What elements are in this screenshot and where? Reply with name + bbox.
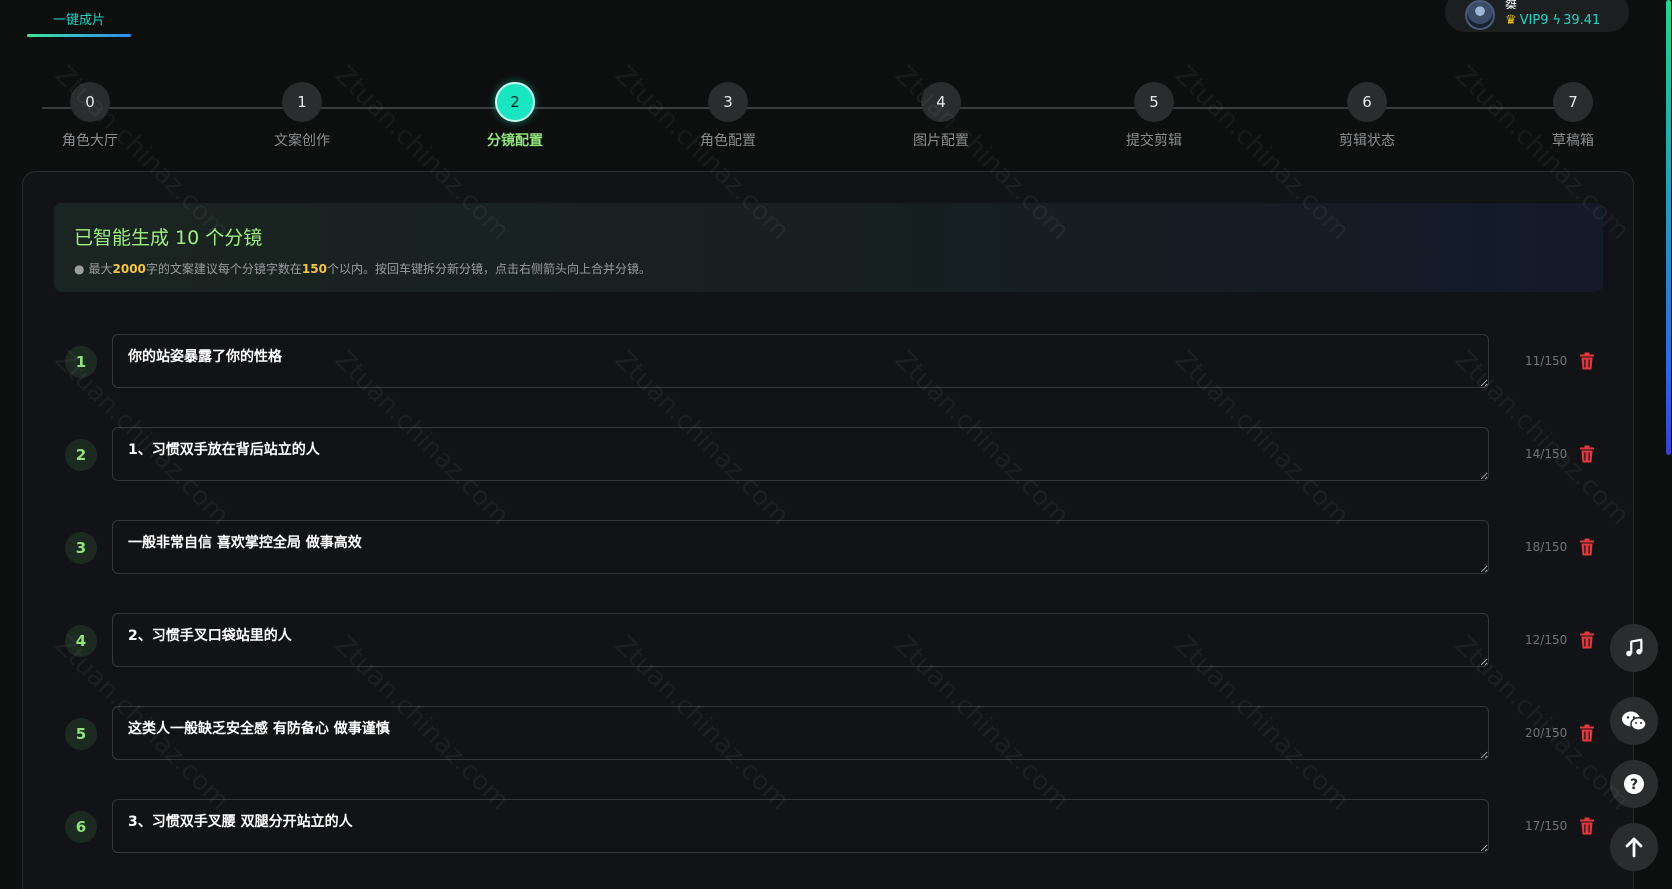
step-number: 7 [1553,82,1593,122]
segment-textarea[interactable]: 2、习惯手叉口袋站里的人 [112,613,1489,667]
main-card: 已智能生成 10 个分镜 ● 最大 2000 字的文案建议每个分镜字数在 150… [22,171,1634,889]
segment-row: 2 1、习惯双手放在背后站立的人 14/150 [23,427,1633,481]
crown-icon: ♛ [1505,12,1517,28]
step-label: 角色大厅 [62,133,118,149]
info-title: 已智能生成 10 个分镜 [74,227,263,249]
step-0[interactable]: 0 角色大厅 [40,82,140,150]
segment-index: 4 [65,625,97,657]
lightbulb-icon: ● [74,261,85,276]
info-box: 已智能生成 10 个分镜 ● 最大 2000 字的文案建议每个分镜字数在 150… [54,203,1603,292]
tip-per-segment: 150 [301,261,327,276]
segment-char-count: 18/150 [1525,540,1568,554]
tab-underline [27,34,131,37]
segment-char-count: 14/150 [1525,447,1568,461]
segment-char-count: 20/150 [1525,726,1568,740]
step-label: 文案创作 [274,133,330,149]
user-name: 桀 [1505,0,1518,9]
segment-index: 2 [65,439,97,471]
step-label: 图片配置 [913,133,969,149]
step-number: 4 [921,82,961,122]
step-number: 0 [70,82,110,122]
svg-text:?: ? [1630,777,1638,793]
wechat-button[interactable] [1610,697,1658,745]
delete-trash-icon[interactable] [1579,445,1595,463]
step-number: 1 [282,82,322,122]
step-label: 提交剪辑 [1126,133,1182,149]
delete-trash-icon[interactable] [1579,631,1595,649]
segment-textarea[interactable]: 这类人一般缺乏安全感 有防备心 做事谨慎 [112,706,1489,760]
scrollbar[interactable] [1664,0,1672,889]
balance-value: 39.41 [1563,12,1601,28]
step-1[interactable]: 1 文案创作 [252,82,352,150]
tab-one-click-video[interactable]: 一键成片 [27,0,131,37]
page: 一键成片 桀 ♛ VIP9 ϟ 39.41 0 角色大厅 1 文案创作 2 分镜配置 3 角色… [0,0,1672,889]
step-number: 3 [708,82,748,122]
music-button[interactable] [1610,624,1658,672]
delete-trash-icon[interactable] [1579,538,1595,556]
step-label: 分镜配置 [487,133,543,149]
segment-textarea[interactable]: 1、习惯双手放在背后站立的人 [112,427,1489,481]
segment-row: 6 3、习惯双手叉腰 双腿分开站立的人 17/150 [23,799,1633,853]
segment-textarea[interactable]: 一般非常自信 喜欢掌控全局 做事高效 [112,520,1489,574]
segment-textarea[interactable]: 你的站姿暴露了你的性格 [112,334,1489,388]
step-label: 角色配置 [700,133,756,149]
tip-max-chars: 2000 [112,261,146,276]
step-5[interactable]: 5 提交剪辑 [1104,82,1204,150]
user-vip-line: ♛ VIP9 ϟ 39.41 [1505,13,1600,28]
scrollbar-thumb[interactable] [1666,0,1671,455]
step-label: 剪辑状态 [1339,133,1395,149]
segment-index: 3 [65,532,97,564]
avatar[interactable] [1465,0,1495,30]
delete-trash-icon[interactable] [1579,817,1595,835]
step-3[interactable]: 3 角色配置 [678,82,778,150]
segment-char-count: 12/150 [1525,633,1568,647]
segment-row: 4 2、习惯手叉口袋站里的人 12/150 [23,613,1633,667]
step-number: 5 [1134,82,1174,122]
segment-row: 3 一般非常自信 喜欢掌控全局 做事高效 18/150 [23,520,1633,574]
step-4[interactable]: 4 图片配置 [891,82,991,150]
vip-level: VIP9 [1519,12,1549,28]
segment-char-count: 11/150 [1525,354,1568,368]
tip-suffix: 个以内。按回车键拆分新分镜，点击右侧箭头向上合并分镜。 [326,262,651,276]
segment-row: 1 你的站姿暴露了你的性格 11/150 [23,334,1633,388]
arrow-up-icon [1625,837,1643,858]
user-badge[interactable]: 桀 ♛ VIP9 ϟ 39.41 [1445,0,1629,32]
segment-index: 5 [65,718,97,750]
question-icon: ? [1624,774,1644,794]
stepper: 0 角色大厅 1 文案创作 2 分镜配置 3 角色配置 4 图片配置 5 提交剪辑 6 剪辑状态 7 草稿箱 [40,80,1594,150]
delete-trash-icon[interactable] [1579,352,1595,370]
user-info: 桀 ♛ VIP9 ϟ 39.41 [1505,0,1600,28]
tab-label: 一键成片 [52,13,105,28]
segment-index: 1 [65,346,97,378]
wechat-icon [1622,711,1647,731]
segment-textarea[interactable]: 3、习惯双手叉腰 双腿分开站立的人 [112,799,1489,853]
step-6[interactable]: 6 剪辑状态 [1317,82,1417,150]
tip-prefix: 最大 [88,262,113,276]
help-button[interactable]: ? [1610,760,1658,808]
segment-char-count: 17/150 [1525,819,1568,833]
music-icon [1626,638,1643,657]
back-to-top-button[interactable] [1610,823,1658,871]
lightning-icon: ϟ [1552,12,1562,28]
step-label: 草稿箱 [1552,133,1594,149]
segment-row: 5 这类人一般缺乏安全感 有防备心 做事谨慎 20/150 [23,706,1633,760]
info-tip: ● 最大 2000 字的文案建议每个分镜字数在 150 个以内。按回车键拆分新分… [74,260,1583,277]
segment-index: 6 [65,811,97,843]
step-number: 2 [495,82,535,122]
step-number: 6 [1347,82,1387,122]
delete-trash-icon[interactable] [1579,724,1595,742]
step-7[interactable]: 7 草稿箱 [1523,82,1623,150]
tip-middle: 字的文案建议每个分镜字数在 [145,262,302,276]
step-2[interactable]: 2 分镜配置 [465,82,565,150]
